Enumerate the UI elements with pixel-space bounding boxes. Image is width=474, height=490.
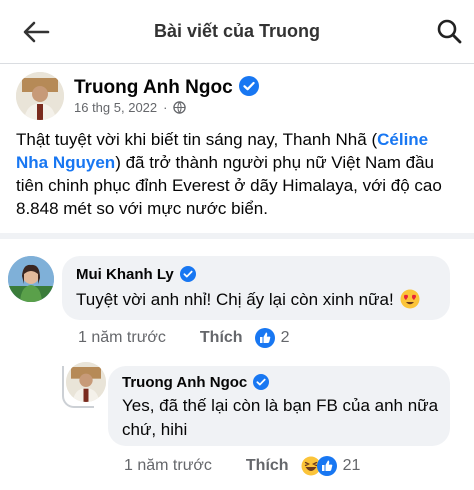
dot-separator: · xyxy=(163,100,168,115)
verified-badge-icon xyxy=(179,266,196,282)
reply-bubble: Truong Anh Ngoc Yes, đã thế lại còn là b… xyxy=(108,366,450,446)
comment-actions: 1 năm trước Thích 2 xyxy=(78,328,289,348)
reply-time[interactable]: 1 năm trước xyxy=(124,457,212,475)
like-reaction-icon xyxy=(254,328,275,348)
like-button[interactable]: Thích xyxy=(246,457,289,475)
verified-badge-icon xyxy=(238,76,259,96)
post-date[interactable]: 16 thg 5, 2022 xyxy=(74,100,157,115)
section-divider xyxy=(0,233,474,239)
post-text-before: Thật tuyệt vời khi biết tin sáng nay, Th… xyxy=(16,130,378,149)
reply-text: Yes, đã thế lại còn là bạn FB của anh nữ… xyxy=(122,396,439,439)
reply-author-avatar[interactable] xyxy=(66,362,106,402)
post-meta: 16 thg 5, 2022 · xyxy=(74,100,187,115)
header-divider xyxy=(0,63,474,64)
search-icon[interactable] xyxy=(436,18,462,44)
reply-author[interactable]: Truong Anh Ngoc xyxy=(122,374,270,391)
comment-author-name[interactable]: Mui Khanh Ly xyxy=(76,266,174,283)
heart-eyes-emoji-icon xyxy=(400,289,420,309)
reaction-count[interactable]: 2 xyxy=(281,329,290,347)
verified-badge-icon xyxy=(253,374,270,390)
comment-bubble: Mui Khanh Ly Tuyệt vời anh nhỉ! Chị ấy l… xyxy=(62,256,450,320)
comment-time[interactable]: 1 năm trước xyxy=(78,329,166,347)
like-button[interactable]: Thích xyxy=(200,329,243,347)
post-author-name[interactable]: Truong Anh Ngoc xyxy=(74,77,233,98)
comment-author[interactable]: Mui Khanh Ly xyxy=(76,266,196,283)
post-author-avatar[interactable] xyxy=(16,72,64,120)
comment-author-avatar[interactable] xyxy=(8,256,54,302)
comment-text-body: Tuyệt vời anh nhỉ! Chị ấy lại còn xinh n… xyxy=(76,290,394,309)
like-reaction-icon xyxy=(316,456,337,476)
reply-actions: 1 năm trước Thích 21 xyxy=(124,456,360,476)
globe-icon xyxy=(173,101,187,114)
reaction-count[interactable]: 21 xyxy=(343,457,361,475)
reply-author-name[interactable]: Truong Anh Ngoc xyxy=(122,374,247,391)
app-header: Bài viết của Truong xyxy=(0,0,474,62)
page-title: Bài viết của Truong xyxy=(153,21,321,41)
post-author[interactable]: Truong Anh Ngoc xyxy=(74,76,259,99)
comment-text: Tuyệt vời anh nhỉ! Chị ấy lại còn xinh n… xyxy=(76,288,420,312)
post-text: Thật tuyệt vời khi biết tin sáng nay, Th… xyxy=(16,128,464,220)
